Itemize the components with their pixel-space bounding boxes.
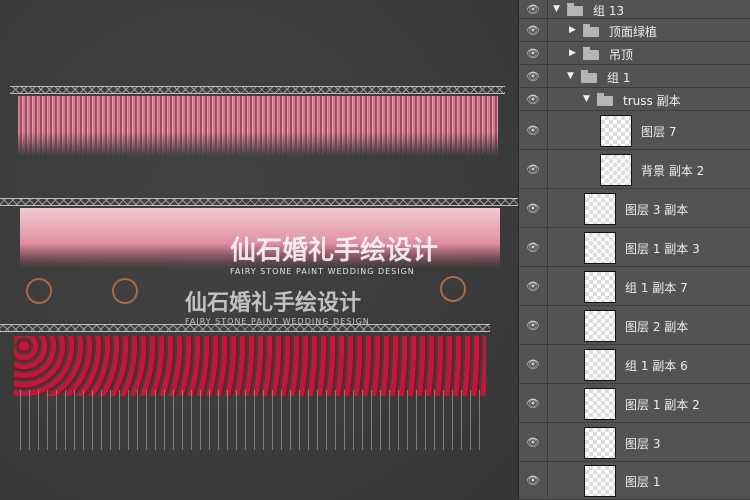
- layer-row[interactable]: 👁 图层 7: [519, 111, 750, 150]
- layer-thumbnail: [584, 192, 616, 225]
- layer-thumbnail: [584, 387, 616, 420]
- folder-icon: [567, 2, 583, 16]
- eye-icon[interactable]: 👁: [519, 345, 548, 383]
- layer-row[interactable]: 👁 ▶ 顶面绿植: [519, 19, 750, 42]
- watermark-en: FAIRY STONE PAINT WEDDING DESIGN: [230, 267, 415, 276]
- layer-row[interactable]: 👁 图层 3 副本: [519, 189, 750, 228]
- layer-name: 组 1 副本 7: [625, 280, 688, 295]
- eye-icon[interactable]: 👁: [519, 384, 548, 422]
- lantern: [112, 278, 138, 304]
- layer-row[interactable]: 👁 ▼ truss 副本: [519, 88, 750, 111]
- layer-name: 图层 1 副本 2: [625, 397, 700, 412]
- layer-row[interactable]: 👁 背景 副本 2: [519, 150, 750, 189]
- layer-name: 图层 3 副本: [625, 202, 689, 217]
- folder-icon: [581, 69, 597, 83]
- layer-name: 图层 1: [625, 475, 661, 489]
- eye-icon[interactable]: 👁: [519, 423, 548, 461]
- layer-row[interactable]: 👁 图层 1 副本 3: [519, 228, 750, 267]
- layers-panel: 👁 ▼ 组 13 👁 ▶ 顶面绿植 👁 ▶ 吊顶 👁 ▼ 组 1 👁 ▼ truss 副本 👁 图层 7 👁 背景 …: [518, 0, 750, 500]
- truss-middle: [0, 198, 518, 206]
- triangle-icon[interactable]: ▼: [553, 4, 560, 14]
- layer-row[interactable]: 👁 组 1 副本 7: [519, 267, 750, 306]
- layer-row[interactable]: 👁 组 1 副本 6: [519, 345, 750, 384]
- layer-thumbnail: [584, 270, 616, 303]
- eye-icon[interactable]: 👁: [519, 462, 548, 499]
- layer-row[interactable]: 👁 图层 3: [519, 423, 750, 462]
- folder-icon: [597, 92, 613, 106]
- layer-name: 图层 2 副本: [625, 319, 689, 334]
- eye-icon[interactable]: 👁: [519, 19, 548, 41]
- watermark-cn: 仙石婚礼手绘设计: [185, 291, 362, 316]
- truss-top: [10, 86, 505, 94]
- layer-thumbnail: [600, 153, 632, 186]
- lantern: [440, 276, 466, 302]
- layer-name: 组 1 副本 6: [625, 358, 688, 373]
- wisteria-curtain: [18, 96, 498, 156]
- eye-icon[interactable]: 👁: [519, 228, 548, 266]
- layer-name: 顶面绿植: [609, 24, 658, 39]
- eye-icon[interactable]: 👁: [519, 88, 548, 110]
- layer-name: 组 1: [607, 70, 631, 85]
- layer-name: 图层 3: [625, 436, 661, 451]
- triangle-icon[interactable]: ▼: [567, 71, 574, 81]
- triangle-icon[interactable]: ▼: [583, 94, 590, 104]
- watermark-en: FAIRY STONE PAINT WEDDING DESIGN: [185, 317, 370, 326]
- eye-icon[interactable]: 👁: [519, 65, 548, 87]
- layer-name: truss 副本: [623, 93, 681, 108]
- layer-name: 组 13: [593, 3, 625, 18]
- eye-icon[interactable]: 👁: [519, 111, 548, 149]
- layer-row[interactable]: 👁 ▼ 组 13: [519, 0, 750, 19]
- layer-thumbnail: [584, 426, 616, 459]
- layer-name: 图层 7: [641, 124, 677, 139]
- lantern: [26, 278, 52, 304]
- crystal-strings: [20, 390, 480, 450]
- layer-thumbnail: [584, 309, 616, 342]
- document-canvas[interactable]: 仙石婚礼手绘设计 FAIRY STONE PAINT WEDDING DESIGN…: [0, 0, 518, 500]
- layer-name: 吊顶: [609, 47, 634, 62]
- layer-name: 背景 副本 2: [641, 163, 705, 178]
- layer-thumbnail: [584, 348, 616, 381]
- eye-icon[interactable]: 👁: [519, 42, 548, 64]
- layer-row[interactable]: 👁 图层 2 副本: [519, 306, 750, 345]
- layer-thumbnail: [600, 114, 632, 147]
- triangle-icon[interactable]: ▶: [569, 25, 576, 35]
- layer-thumbnail: [584, 231, 616, 264]
- folder-icon: [583, 46, 599, 60]
- eye-icon[interactable]: 👁: [519, 267, 548, 305]
- watermark: 仙石婚礼手绘设计 FAIRY STONE PAINT WEDDING DESIGN: [230, 230, 438, 276]
- layer-thumbnail: [584, 465, 616, 497]
- eye-icon[interactable]: 👁: [519, 306, 548, 344]
- red-flower-ceiling: [14, 336, 486, 396]
- eye-icon[interactable]: 👁: [519, 189, 548, 227]
- layer-row[interactable]: 👁 图层 1: [519, 462, 750, 500]
- layer-row[interactable]: 👁 ▼ 组 1: [519, 65, 750, 88]
- folder-icon: [583, 23, 599, 37]
- triangle-icon[interactable]: ▶: [569, 48, 576, 58]
- layer-row[interactable]: 👁 图层 1 副本 2: [519, 384, 750, 423]
- watermark: 仙石婚礼手绘设计 FAIRY STONE PAINT WEDDING DESIGN: [185, 285, 370, 326]
- eye-icon[interactable]: 👁: [519, 150, 548, 188]
- watermark-cn: 仙石婚礼手绘设计: [230, 236, 439, 266]
- layer-name: 图层 1 副本 3: [625, 241, 700, 256]
- eye-icon[interactable]: 👁: [519, 0, 548, 18]
- layer-row[interactable]: 👁 ▶ 吊顶: [519, 42, 750, 65]
